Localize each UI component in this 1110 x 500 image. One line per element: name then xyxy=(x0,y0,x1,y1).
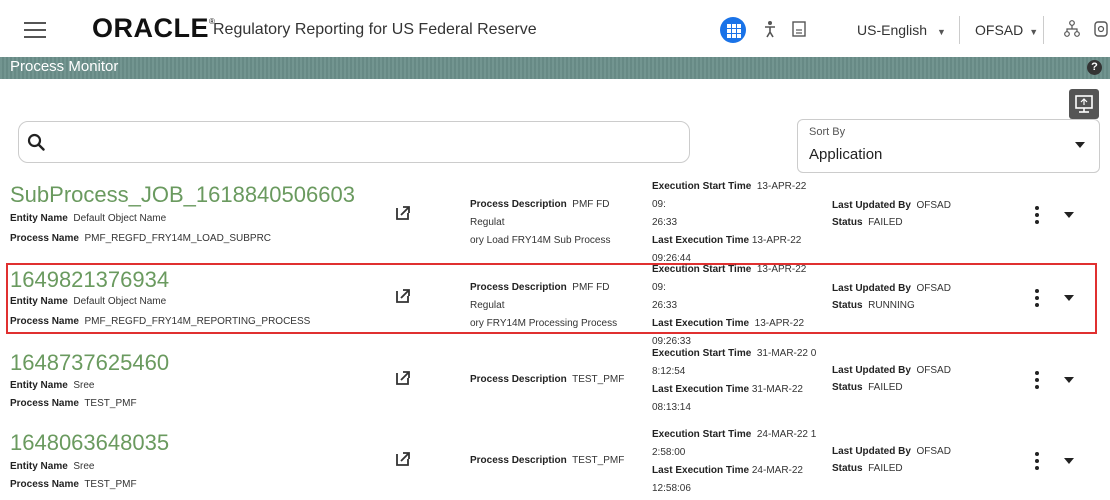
status-badge: FAILED xyxy=(868,217,903,228)
process-row: 1648063648035 Entity Name Sree Process N… xyxy=(0,426,1110,500)
status-field: Last Updated By OFSAD Status FAILED xyxy=(832,200,951,228)
user-value: OFSAD xyxy=(975,22,1024,38)
process-description-field: Process Description TEST_PMF xyxy=(470,455,625,466)
process-name-field: Process Name TEST_PMF xyxy=(10,479,137,490)
expand-chevron-icon[interactable] xyxy=(1064,458,1074,464)
search-bar[interactable] xyxy=(18,121,690,163)
entity-name-field: Entity Name Sree xyxy=(10,461,95,472)
entity-name-field: Entity Name Default Object Name xyxy=(10,296,167,307)
page-title: Process Monitor xyxy=(10,58,119,75)
execution-times-field: Execution Start Time 13-APR-22 09: 26:33 L… xyxy=(652,264,807,347)
more-actions-icon[interactable] xyxy=(1034,452,1040,470)
document-icon[interactable] xyxy=(792,21,806,37)
expand-chevron-icon[interactable] xyxy=(1064,212,1074,218)
status-badge: RUNNING xyxy=(868,300,915,311)
apps-grid-icon[interactable] xyxy=(720,17,746,43)
process-row: SubProcess_JOB_1618840506603 Entity Name… xyxy=(0,180,1110,264)
monitor-icon xyxy=(1075,95,1093,113)
expand-chevron-icon[interactable] xyxy=(1064,295,1074,301)
top-bar: ORACLE® Regulatory Reporting for US Fede… xyxy=(0,0,1110,61)
sort-by-select[interactable]: Sort By Application xyxy=(797,119,1100,173)
process-row: 1649821376934 Entity Name Default Object… xyxy=(0,263,1110,347)
sitemap-icon[interactable] xyxy=(1064,20,1080,38)
language-select[interactable]: US-English ▼ xyxy=(857,16,960,44)
entity-name-field: Entity Name Default Object Name xyxy=(10,213,167,224)
process-description-field: Process Description PMF FD Regulat ory FR… xyxy=(470,282,618,329)
process-job-id[interactable]: 1648063648035 xyxy=(10,430,169,456)
page-title-bar: Process Monitor ? xyxy=(0,57,1110,79)
language-value: US-English xyxy=(857,22,928,38)
open-external-icon[interactable] xyxy=(395,370,411,386)
open-external-icon[interactable] xyxy=(395,288,411,304)
status-field: Last Updated By OFSAD Status RUNNING xyxy=(832,283,951,311)
search-icon[interactable] xyxy=(27,133,45,151)
execution-times-field: Execution Start Time 31-MAR-22 0 8:12:54 L… xyxy=(652,348,817,413)
open-external-icon[interactable] xyxy=(395,205,411,221)
execution-times-field: Execution Start Time 24-MAR-22 1 2:58:00 L… xyxy=(652,429,817,494)
accessibility-icon[interactable] xyxy=(763,20,777,38)
entity-name-field: Entity Name Sree xyxy=(10,380,95,391)
more-actions-icon[interactable] xyxy=(1034,371,1040,389)
process-row: 1648737625460 Entity Name Sree Process N… xyxy=(0,345,1110,415)
status-badge: FAILED xyxy=(868,463,903,474)
sort-by-label: Sort By xyxy=(809,126,846,138)
more-actions-icon[interactable] xyxy=(1034,289,1040,307)
process-job-id[interactable]: 1648737625460 xyxy=(10,350,169,376)
process-name-field: Process Name TEST_PMF xyxy=(10,398,137,409)
menu-icon[interactable] xyxy=(24,22,46,38)
monitor-button[interactable] xyxy=(1069,89,1099,119)
help-icon[interactable]: ? xyxy=(1087,60,1102,75)
status-field: Last Updated By OFSAD Status FAILED xyxy=(832,446,951,474)
process-job-id[interactable]: 1649821376934 xyxy=(10,267,169,293)
user-select[interactable]: OFSAD ▼ xyxy=(975,16,1044,44)
execution-times-field: Execution Start Time 13-APR-22 09: 26:33 L… xyxy=(652,181,807,264)
process-name-field: Process Name PMF_REGFD_FRY14M_LOAD_SUBPR… xyxy=(10,233,272,244)
app-title: Regulatory Reporting for US Federal Rese… xyxy=(213,21,537,38)
more-actions-icon[interactable] xyxy=(1034,206,1040,224)
process-name-field: Process Name PMF_REGFD_FRY14M_REPORTING_… xyxy=(10,316,311,327)
search-input[interactable] xyxy=(53,130,677,154)
process-description-field: Process Description PMF FD Regulat ory Lo… xyxy=(470,199,611,246)
sort-by-value: Application xyxy=(809,146,883,163)
open-external-icon[interactable] xyxy=(395,451,411,467)
status-badge: FAILED xyxy=(868,382,903,393)
chevron-down-icon xyxy=(1075,142,1085,148)
status-field: Last Updated By OFSAD Status FAILED xyxy=(832,365,951,393)
process-job-id[interactable]: SubProcess_JOB_1618840506603 xyxy=(10,182,355,208)
chevron-down-icon: ▼ xyxy=(937,27,946,37)
process-description-field: Process Description TEST_PMF xyxy=(470,374,625,385)
expand-chevron-icon[interactable] xyxy=(1064,377,1074,383)
settings-icon[interactable] xyxy=(1094,20,1108,38)
oracle-logo: ORACLE® xyxy=(92,13,216,43)
chevron-down-icon: ▼ xyxy=(1029,27,1039,37)
